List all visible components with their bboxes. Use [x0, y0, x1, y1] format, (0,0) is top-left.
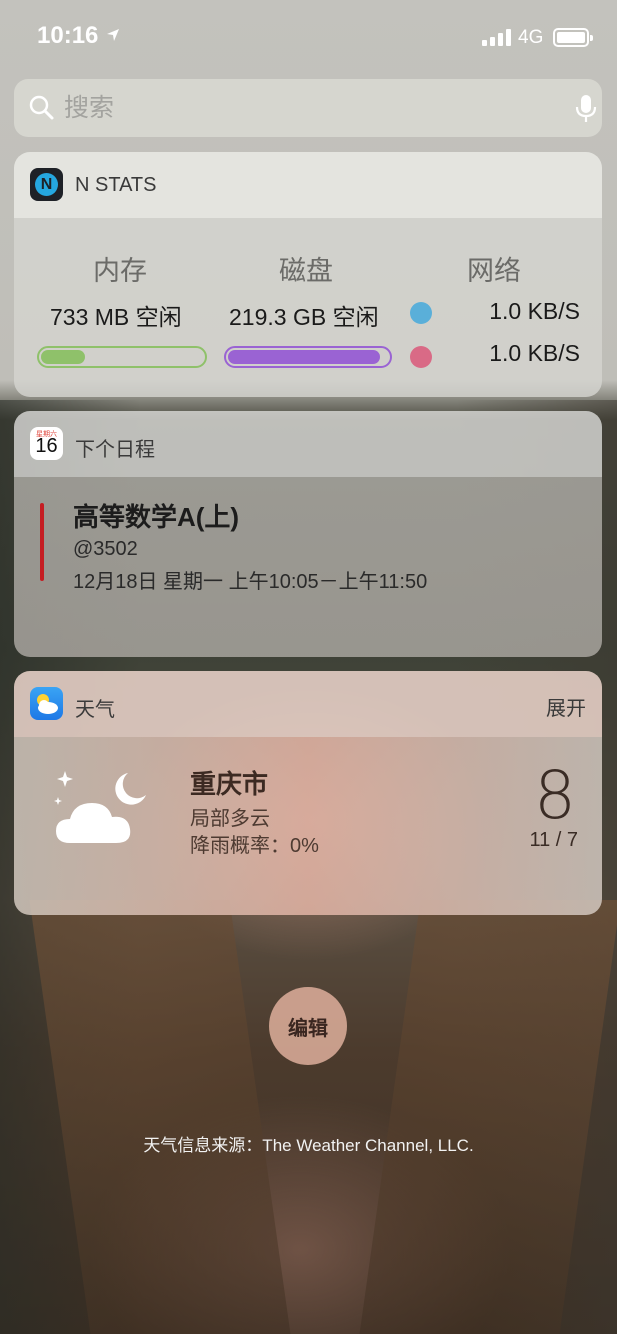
weather-expand-button[interactable]: 展开: [546, 692, 586, 721]
weather-condition: 局部多云: [190, 808, 270, 830]
nstats-widget[interactable]: N N STATS 内存 磁盘 网络 733 MB 空闲 219.3 GB 空闲…: [14, 152, 602, 397]
nstats-app-icon: N: [30, 168, 63, 201]
nstats-body: 内存 磁盘 网络 733 MB 空闲 219.3 GB 空闲 1.0 KB/S …: [14, 218, 602, 397]
calendar-app-icon: 星期六 16: [30, 427, 63, 460]
weather-temp-range: 11 / 7: [529, 829, 578, 851]
weather-app-icon: [30, 687, 63, 720]
battery-icon: [553, 28, 593, 47]
search-bar[interactable]: [14, 79, 602, 137]
event-color-bar: [40, 503, 44, 581]
location-arrow-icon: [107, 29, 119, 41]
event-title: 高等数学A(上): [73, 502, 240, 532]
disk-heading: 磁盘: [279, 256, 333, 286]
search-icon: [29, 95, 54, 120]
event-location: @3502: [73, 538, 138, 560]
calendar-icon-day: 16: [35, 435, 58, 457]
microphone-icon[interactable]: [575, 94, 597, 124]
calendar-event[interactable]: 高等数学A(上) @3502 12月18日 星期一 上午10:05－上午11:5…: [14, 477, 602, 657]
weather-city: 重庆市: [190, 769, 269, 799]
nstats-header[interactable]: N N STATS: [14, 152, 602, 218]
cellular-signal-icon: [482, 29, 511, 46]
weather-body[interactable]: 重庆市 局部多云 降雨概率：0% 8 11 / 7: [14, 737, 602, 915]
memory-free-value: 733 MB 空闲: [50, 304, 182, 330]
nstats-title: N STATS: [75, 174, 157, 196]
weather-title: 天气: [75, 699, 115, 721]
edit-button[interactable]: 编辑: [269, 987, 347, 1065]
calendar-title: 下个日程: [75, 439, 155, 461]
disk-free-value: 219.3 GB 空闲: [229, 304, 379, 330]
download-dot: [410, 346, 432, 368]
network-type: 4G: [518, 27, 544, 48]
disk-usage-bar: [224, 346, 392, 368]
weather-attribution: 天气信息来源：The Weather Channel, LLC.: [143, 1136, 474, 1155]
status-bar: 10:16 4G: [0, 0, 617, 75]
event-time: 12月18日 星期一 上午10:05－上午11:50: [73, 571, 428, 593]
upload-dot: [410, 302, 432, 324]
network-heading: 网络: [467, 256, 521, 286]
weather-widget[interactable]: 天气 展开 重庆市 局部多云 降雨概率：0% 8 11 / 7: [14, 671, 602, 915]
calendar-header[interactable]: 星期六 16 下个日程: [14, 411, 602, 477]
partly-cloudy-night-icon: [54, 771, 146, 843]
calendar-widget[interactable]: 星期六 16 下个日程 高等数学A(上) @3502 12月18日 星期一 上午…: [14, 411, 602, 657]
weather-header[interactable]: 天气 展开: [14, 671, 602, 737]
status-time: 10:16: [37, 22, 99, 49]
weather-rain-chance: 降雨概率：0%: [190, 835, 319, 857]
memory-usage-bar: [37, 346, 207, 368]
memory-heading: 内存: [93, 256, 147, 286]
download-value: 1.0 KB/S: [489, 340, 580, 366]
weather-temperature: 8: [534, 757, 576, 834]
search-input[interactable]: [64, 89, 534, 127]
upload-value: 1.0 KB/S: [489, 298, 580, 324]
